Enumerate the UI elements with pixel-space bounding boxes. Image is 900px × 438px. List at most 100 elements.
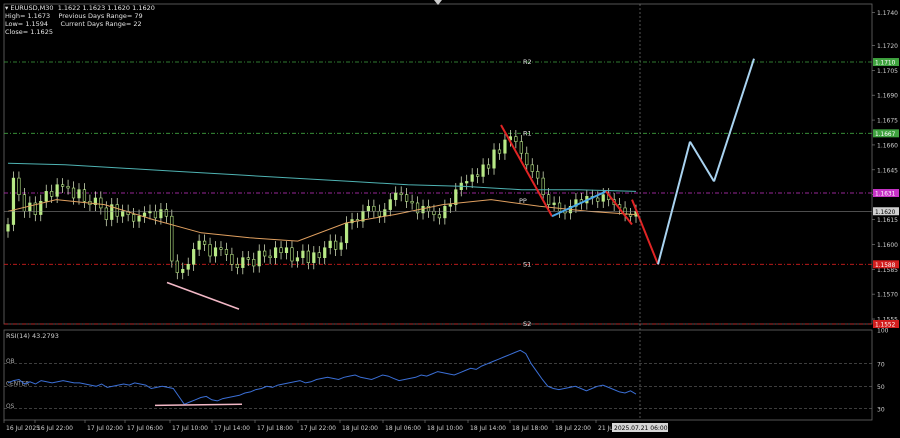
candle <box>519 141 523 154</box>
candle <box>454 189 458 205</box>
candle <box>28 202 32 212</box>
projection-light-blue-segment <box>657 141 691 265</box>
candle <box>137 215 141 222</box>
candle <box>263 250 267 257</box>
candle <box>208 244 212 257</box>
candle <box>525 152 529 166</box>
candle <box>202 240 207 245</box>
candle <box>470 174 474 182</box>
candle <box>317 252 321 258</box>
candle <box>44 191 48 202</box>
time-axis-label: 17 Jul 18:00 <box>257 425 293 432</box>
candle <box>339 242 343 250</box>
candle <box>503 139 507 154</box>
candle <box>405 194 409 202</box>
candle <box>596 197 600 202</box>
time-axis-label: 18 Jul 10:00 <box>427 425 463 432</box>
pivot-label-r2: R2 <box>523 58 532 66</box>
low-text: Low= 1.1594 <box>5 20 49 28</box>
candle <box>224 249 229 255</box>
candle <box>536 171 540 179</box>
rsi-line <box>7 349 637 405</box>
candle <box>252 259 256 267</box>
candle <box>77 189 81 199</box>
candle <box>377 210 381 217</box>
candle <box>11 177 16 225</box>
candle <box>290 247 294 262</box>
candle <box>443 205 447 219</box>
candle <box>312 252 316 263</box>
candle <box>497 149 502 154</box>
time-axis-label: 17 Jul 22:00 <box>300 425 336 432</box>
candle <box>170 215 174 262</box>
candle <box>273 247 278 258</box>
time-axis-label: 17 Jul 06:00 <box>127 425 163 432</box>
time-axis-label: 16 Jul 2025 <box>6 425 40 432</box>
projection-light-blue-segment <box>689 141 715 182</box>
time-axis-label: 17 Jul 10:00 <box>172 425 208 432</box>
rsi-axis-label: 70 <box>877 361 885 368</box>
candle <box>219 247 223 250</box>
candle <box>132 214 136 222</box>
candle <box>465 181 469 184</box>
time-axis-label: 17 Jul 14:00 <box>214 425 250 432</box>
candle <box>71 187 76 199</box>
price-axis-label: 1.1570 <box>877 292 898 299</box>
price-axis-label: 1.1705 <box>877 68 898 75</box>
candle <box>432 210 436 215</box>
candle <box>410 201 414 204</box>
candle <box>235 264 239 268</box>
symbol-line-text: EURUSD,M30 1.1622 1.1623 1.1620 1.1620 <box>10 4 155 12</box>
pivot-price-label: 1.1667 <box>875 132 896 138</box>
candle <box>476 174 480 177</box>
candle <box>153 210 158 219</box>
price-divergence-line <box>166 281 240 310</box>
candle <box>246 257 250 260</box>
prev-range-text: Previous Days Range= 79 <box>58 12 143 20</box>
candle <box>241 257 245 268</box>
candle <box>306 250 310 263</box>
rsi-pane-frame <box>3 329 873 421</box>
rsi-divergence-line <box>154 403 243 407</box>
candle <box>115 204 119 217</box>
candle <box>437 214 442 219</box>
candle <box>366 205 371 212</box>
rsi-level-label: OB <box>6 359 15 365</box>
candle <box>334 240 338 250</box>
price-axis-label: 1.1615 <box>877 217 898 224</box>
candle <box>547 194 551 205</box>
rsi-level-label: OS <box>6 404 15 410</box>
candle <box>6 224 10 232</box>
candle <box>514 136 518 142</box>
time-axis-label: 18 Jul 18:00 <box>512 425 548 432</box>
candle <box>159 209 163 219</box>
candle <box>186 264 190 270</box>
pivot-price-label: 1.1710 <box>875 61 896 67</box>
price-chart[interactable]: 1.1740 1.1720 1.1705 1.1690 1.1675 1.1660 1.16… <box>0 0 900 438</box>
candle <box>17 177 21 195</box>
projection-red-segment <box>605 190 633 226</box>
candle <box>61 184 65 187</box>
candle <box>121 210 125 217</box>
candle <box>22 194 26 212</box>
rsi-axis-label: 30 <box>877 406 885 413</box>
candle <box>328 240 332 249</box>
time-axis-label: 16 Jul 22:00 <box>37 425 73 432</box>
candle <box>230 254 234 265</box>
candle <box>164 209 168 217</box>
pivot-label-r1: R1 <box>523 129 532 137</box>
candle <box>99 197 103 209</box>
candle <box>175 260 179 273</box>
time-axis-label: 18 Jul 02:00 <box>342 425 378 432</box>
candle <box>448 204 452 207</box>
candle <box>601 194 605 202</box>
candle <box>372 205 376 212</box>
candle <box>257 250 261 267</box>
candle <box>192 249 196 265</box>
candle <box>104 207 108 220</box>
header-high-line: High= 1.1673 Previous Days Range= 79 <box>5 12 143 20</box>
rsi-axis-label: 50 <box>877 384 885 391</box>
candle <box>66 186 70 189</box>
chart-shift-marker-icon[interactable] <box>434 0 442 5</box>
price-axis-label: 1.1645 <box>877 167 898 174</box>
